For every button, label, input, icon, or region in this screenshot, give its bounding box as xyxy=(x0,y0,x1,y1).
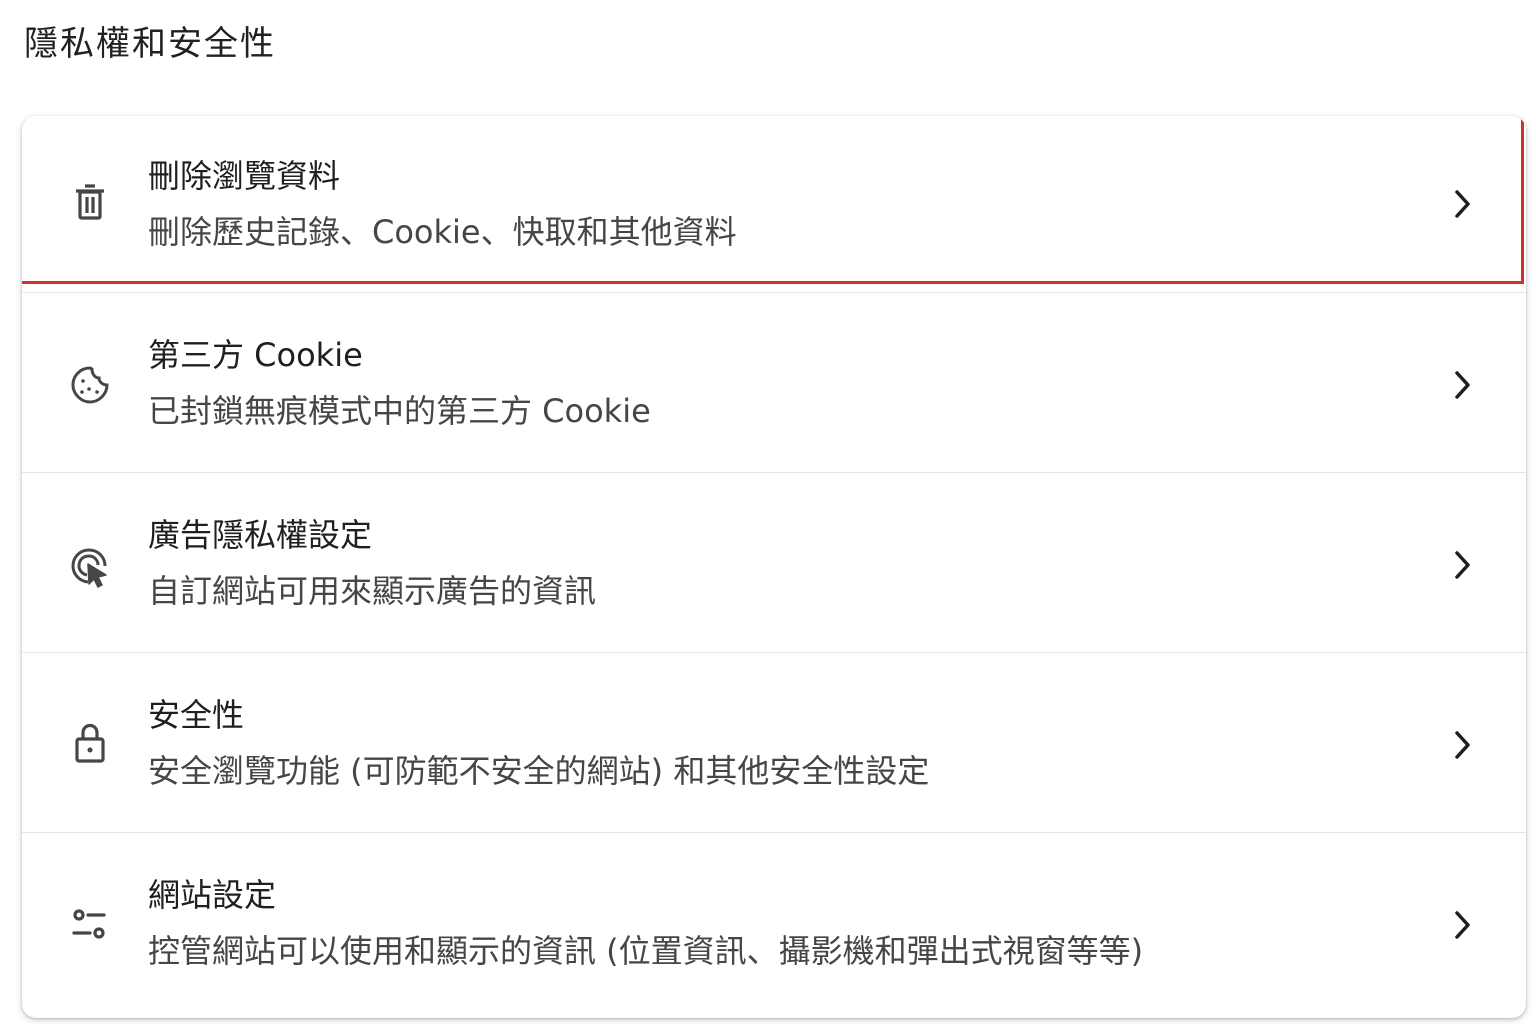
row-subtitle: 安全瀏覽功能 (可防範不安全的網站) 和其他安全性設定 xyxy=(148,752,930,790)
row-text: 刪除瀏覽資料 刪除歷史記錄、Cookie、快取和其他資料 xyxy=(148,156,737,252)
row-title: 刪除瀏覽資料 xyxy=(148,157,341,195)
tune-icon xyxy=(68,903,112,947)
chevron-right-icon xyxy=(1448,365,1476,405)
row-text: 網站設定 控管網站可以使用和顯示的資訊 (位置資訊、攝影機和彈出式視窗等等) xyxy=(148,875,1143,971)
privacy-settings-card: 刪除瀏覽資料 刪除歷史記錄、Cookie、快取和其他資料 第三方 Cookie … xyxy=(22,116,1526,1018)
row-subtitle: 控管網站可以使用和顯示的資訊 (位置資訊、攝影機和彈出式視窗等等) xyxy=(148,932,1144,970)
chevron-right-icon xyxy=(1448,725,1476,765)
lock-icon xyxy=(68,721,112,765)
row-title: 安全性 xyxy=(148,696,245,734)
row-text: 第三方 Cookie 已封鎖無痕模式中的第三方 Cookie xyxy=(148,335,651,431)
site-settings-row[interactable]: 網站設定 控管網站可以使用和顯示的資訊 (位置資訊、攝影機和彈出式視窗等等) xyxy=(22,832,1526,1012)
row-title: 第三方 Cookie xyxy=(148,336,363,374)
ad-privacy-row[interactable]: 廣告隱私權設定 自訂網站可用來顯示廣告的資訊 xyxy=(22,472,1526,652)
row-title: 廣告隱私權設定 xyxy=(148,516,373,554)
row-title: 網站設定 xyxy=(148,876,277,914)
chevron-right-icon xyxy=(1448,905,1476,945)
chevron-right-icon xyxy=(1448,184,1476,224)
page-title: 隱私權和安全性 xyxy=(24,24,276,64)
row-subtitle: 自訂網站可用來顯示廣告的資訊 xyxy=(148,572,597,610)
row-text: 安全性 安全瀏覽功能 (可防範不安全的網站) 和其他安全性設定 xyxy=(148,695,929,791)
row-subtitle: 刪除歷史記錄、Cookie、快取和其他資料 xyxy=(148,213,737,251)
third-party-cookies-row[interactable]: 第三方 Cookie 已封鎖無痕模式中的第三方 Cookie xyxy=(22,292,1526,472)
trash-icon xyxy=(68,180,112,224)
clear-browsing-data-row[interactable]: 刪除瀏覽資料 刪除歷史記錄、Cookie、快取和其他資料 xyxy=(22,116,1526,292)
security-row[interactable]: 安全性 安全瀏覽功能 (可防範不安全的網站) 和其他安全性設定 xyxy=(22,652,1526,832)
ad-privacy-icon xyxy=(68,545,112,589)
cookie-icon xyxy=(68,363,112,407)
row-subtitle: 已封鎖無痕模式中的第三方 Cookie xyxy=(148,392,651,430)
row-text: 廣告隱私權設定 自訂網站可用來顯示廣告的資訊 xyxy=(148,515,596,611)
chevron-right-icon xyxy=(1448,545,1476,585)
